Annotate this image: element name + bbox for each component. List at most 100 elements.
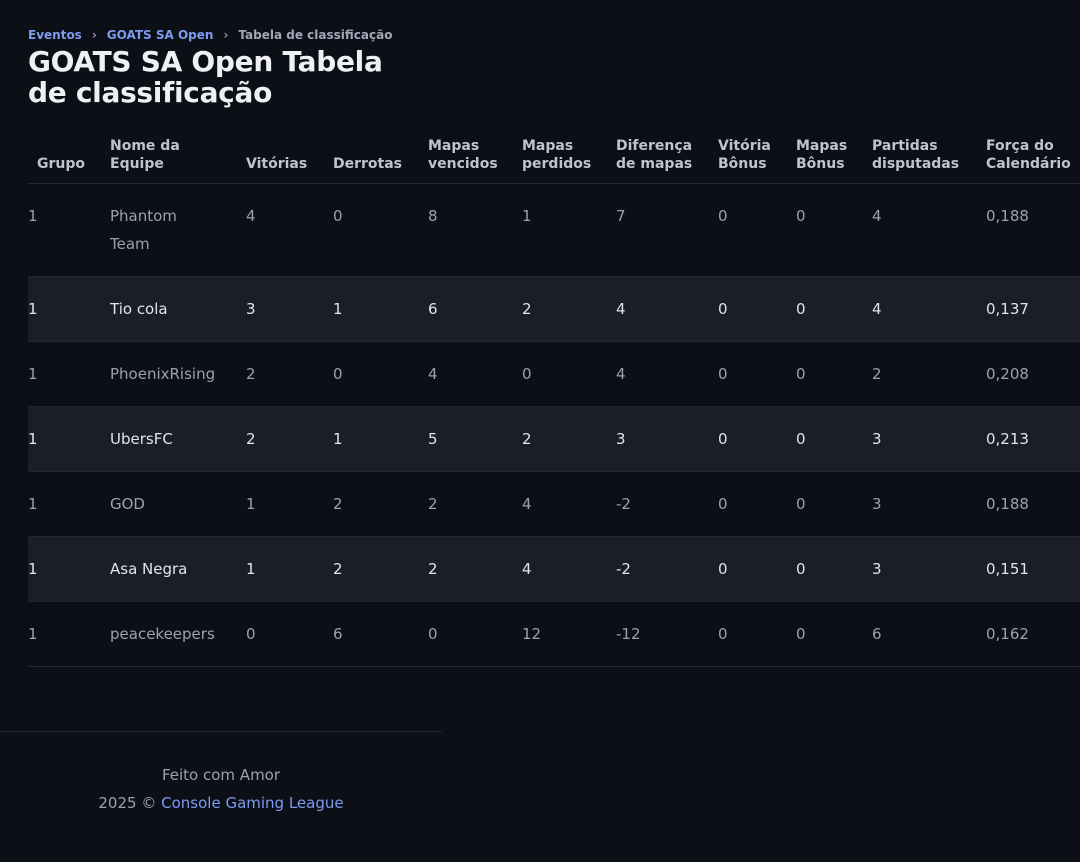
cell-team-name[interactable]: UbersFC	[110, 406, 246, 472]
cell-matches-played: 4	[872, 183, 986, 277]
cell-losses: 2	[333, 471, 428, 537]
cell-maps-won: 5	[428, 406, 522, 472]
cell-maps-lost: 2	[522, 406, 616, 472]
cell-map-diff: -2	[616, 536, 718, 602]
cell-losses: 2	[333, 536, 428, 602]
cell-schedule-strength: 0,188	[986, 471, 1080, 537]
table-row: 1 Phantom Team 4 0 8 1 7 0 0 4 0,188	[28, 183, 1080, 277]
cell-maps-lost: 2	[522, 276, 616, 342]
chevron-right-icon: ›	[91, 28, 97, 42]
cell-bonus-win: 0	[718, 276, 796, 342]
cell-matches-played: 3	[872, 471, 986, 537]
footer-made-with: Feito com Amor	[161, 766, 281, 784]
column-header-schedule-strength[interactable]: Força do Calendário	[986, 120, 1080, 184]
cell-bonus-maps: 0	[796, 601, 872, 667]
cell-team-name[interactable]: Tio cola	[110, 276, 246, 342]
cell-schedule-strength: 0,137	[986, 276, 1080, 342]
cell-wins: 3	[246, 276, 333, 342]
cell-map-diff: 3	[616, 406, 718, 472]
column-header-maps-won[interactable]: Mapas vencidos	[428, 120, 522, 184]
cell-group: 1	[28, 471, 110, 537]
column-header-maps-lost[interactable]: Mapas perdidos	[522, 120, 616, 184]
standings-table-container[interactable]: Grupo Nome da Equipe Vitórias Derrotas M…	[28, 120, 1080, 667]
chevron-right-icon: ›	[223, 28, 229, 42]
cell-map-diff: 4	[616, 341, 718, 407]
cell-losses: 6	[333, 601, 428, 667]
cell-bonus-win: 0	[718, 601, 796, 667]
cell-wins: 4	[246, 183, 333, 277]
breadcrumb-current: Tabela de classificação	[238, 28, 393, 42]
table-row: 1 PhoenixRising 2 0 4 0 4 0 0 2 0,208	[28, 341, 1080, 407]
cell-matches-played: 3	[872, 536, 986, 602]
cell-wins: 1	[246, 536, 333, 602]
cell-maps-won: 8	[428, 183, 522, 277]
cell-map-diff: -12	[616, 601, 718, 667]
cell-map-diff: -2	[616, 471, 718, 537]
column-header-grupo[interactable]: Grupo	[28, 120, 110, 184]
column-header-bonus-maps[interactable]: Mapas Bônus	[796, 120, 872, 184]
cell-wins: 2	[246, 341, 333, 407]
cell-maps-lost: 4	[522, 536, 616, 602]
footer-divider	[0, 731, 442, 732]
cell-bonus-maps: 0	[796, 183, 872, 277]
cell-maps-won: 2	[428, 471, 522, 537]
cell-maps-lost: 4	[522, 471, 616, 537]
table-header-row: Grupo Nome da Equipe Vitórias Derrotas M…	[28, 120, 1080, 184]
cell-team-name[interactable]: peacekeepers	[110, 601, 246, 667]
cell-schedule-strength: 0,188	[986, 183, 1080, 277]
cell-team-name[interactable]: GOD	[110, 471, 246, 537]
cell-maps-lost: 1	[522, 183, 616, 277]
cell-maps-won: 2	[428, 536, 522, 602]
cell-bonus-win: 0	[718, 536, 796, 602]
cell-team-name[interactable]: PhoenixRising	[110, 341, 246, 407]
breadcrumb-link-event[interactable]: GOATS SA Open	[107, 28, 214, 42]
table-row: 1 UbersFC 2 1 5 2 3 0 0 3 0,213	[28, 406, 1080, 472]
column-header-bonus-win[interactable]: Vitória Bônus	[718, 120, 796, 184]
cell-matches-played: 6	[872, 601, 986, 667]
cell-bonus-maps: 0	[796, 276, 872, 342]
cell-matches-played: 2	[872, 341, 986, 407]
column-header-wins[interactable]: Vitórias	[246, 120, 333, 184]
cell-schedule-strength: 0,151	[986, 536, 1080, 602]
cell-losses: 0	[333, 183, 428, 277]
cell-maps-won: 4	[428, 341, 522, 407]
cell-maps-won: 0	[428, 601, 522, 667]
cell-team-name[interactable]: Asa Negra	[110, 536, 246, 602]
cell-wins: 1	[246, 471, 333, 537]
cell-schedule-strength: 0,162	[986, 601, 1080, 667]
footer-copyright: 2025 © Console Gaming League	[0, 794, 442, 812]
cell-matches-played: 4	[872, 276, 986, 342]
cell-losses: 1	[333, 406, 428, 472]
cell-maps-lost: 12	[522, 601, 616, 667]
cell-bonus-win: 0	[718, 183, 796, 277]
breadcrumb-link-eventos[interactable]: Eventos	[28, 28, 82, 42]
breadcrumb: Eventos › GOATS SA Open › Tabela de clas…	[28, 28, 392, 42]
column-header-losses[interactable]: Derrotas	[333, 120, 428, 184]
column-header-team[interactable]: Nome da Equipe	[110, 120, 246, 184]
column-header-map-diff[interactable]: Diferença de mapas	[616, 120, 718, 184]
cell-map-diff: 7	[616, 183, 718, 277]
standings-table: Grupo Nome da Equipe Vitórias Derrotas M…	[28, 120, 1080, 667]
cell-bonus-maps: 0	[796, 341, 872, 407]
cell-matches-played: 3	[872, 406, 986, 472]
cell-losses: 1	[333, 276, 428, 342]
cell-map-diff: 4	[616, 276, 718, 342]
cell-maps-won: 6	[428, 276, 522, 342]
cell-group: 1	[28, 341, 110, 407]
cell-schedule-strength: 0,213	[986, 406, 1080, 472]
cell-group: 1	[28, 601, 110, 667]
cell-bonus-maps: 0	[796, 536, 872, 602]
cell-group: 1	[28, 183, 110, 277]
cell-bonus-win: 0	[718, 471, 796, 537]
column-header-matches-played[interactable]: Partidas disputadas	[872, 120, 986, 184]
table-row: 1 peacekeepers 0 6 0 12 -12 0 0 6 0,162	[28, 601, 1080, 667]
table-row: 1 Asa Negra 1 2 2 4 -2 0 0 3 0,151	[28, 536, 1080, 602]
cell-bonus-win: 0	[718, 341, 796, 407]
cell-bonus-maps: 0	[796, 406, 872, 472]
cell-maps-lost: 0	[522, 341, 616, 407]
cell-bonus-win: 0	[718, 406, 796, 472]
cell-team-name[interactable]: Phantom Team	[110, 183, 246, 277]
table-row: 1 Tio cola 3 1 6 2 4 0 0 4 0,137	[28, 276, 1080, 342]
footer-link-console-gaming-league[interactable]: Console Gaming League	[161, 794, 343, 812]
cell-group: 1	[28, 406, 110, 472]
